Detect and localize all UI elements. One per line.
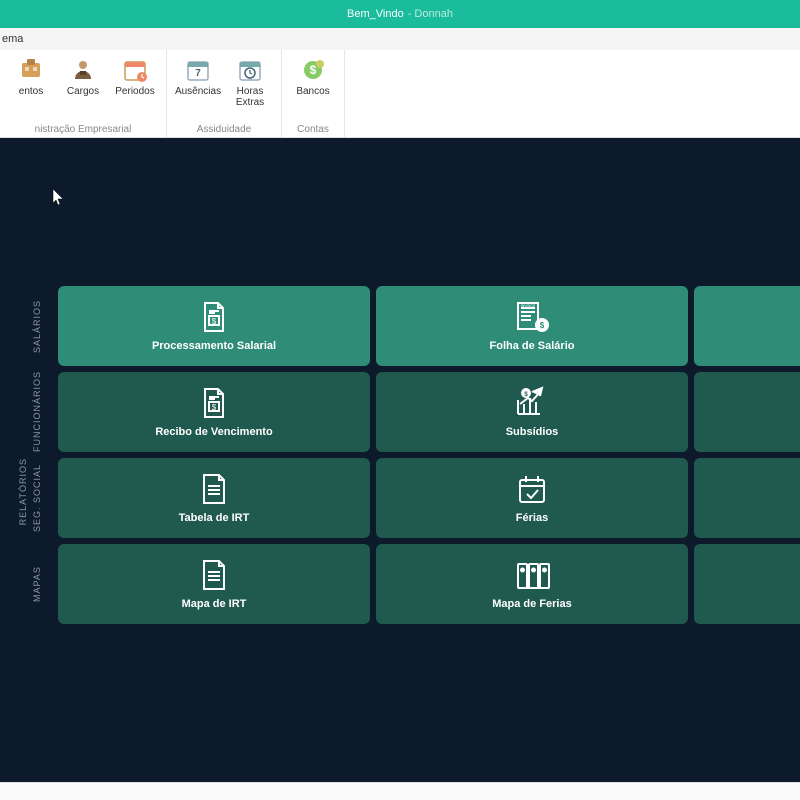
ribbon-group-label: Contas	[282, 124, 344, 135]
department-icon	[17, 56, 45, 84]
ribbon-item-cargos[interactable]: Cargos	[58, 54, 108, 99]
svg-text:$: $	[212, 317, 217, 326]
ribbon-item-periodos[interactable]: Periodos	[110, 54, 160, 99]
title-bar: Bem_Vindo - Donnah	[0, 0, 800, 28]
vacation-icon	[515, 472, 549, 506]
card-folha-salario[interactable]: INVOICE$ Folha de Salário	[376, 286, 688, 366]
ribbon-group-assiduidade: 7 Ausências Horas Extras Assiduidade	[167, 50, 282, 137]
ribbon: entos Cargos Periodos nistração Empresar…	[0, 50, 800, 138]
side-label-mapas: MAPAS	[32, 544, 42, 624]
card-partial-1[interactable]	[694, 286, 800, 366]
menu-item[interactable]: ema	[2, 33, 23, 45]
binder-icon	[512, 558, 552, 592]
svg-text:INVOICE: INVOICE	[521, 304, 536, 308]
card-ferias[interactable]: Férias	[376, 458, 688, 538]
card-mapa-irt[interactable]: Mapa de IRT	[58, 544, 370, 624]
card-partial-3[interactable]	[694, 458, 800, 538]
ribbon-group-label: Assiduidade	[167, 124, 281, 135]
card-tabela-irt[interactable]: Tabela de IRT	[58, 458, 370, 538]
cargo-icon	[69, 56, 97, 84]
doc-icon	[199, 472, 229, 506]
card-grid: $ Processamento Salarial INVOICE$ Folha …	[58, 286, 800, 624]
menu-bar: ema	[0, 28, 800, 50]
money-doc-icon: $	[197, 386, 231, 420]
side-label-salarios: SALÁRIOS	[32, 286, 42, 366]
card-mapa-ferias[interactable]: Mapa de Ferias	[376, 544, 688, 624]
card-partial-2[interactable]	[694, 372, 800, 452]
invoice-icon: INVOICE $	[512, 300, 552, 334]
page-title: Bem_Vindo	[347, 8, 404, 20]
growth-icon: $	[512, 386, 552, 420]
ribbon-group-label: nistração Empresarial	[0, 124, 166, 135]
mouse-cursor	[52, 188, 66, 206]
ribbon-item-departamentos[interactable]: entos	[6, 54, 56, 99]
svg-text:7: 7	[195, 68, 201, 79]
svg-text:$: $	[310, 63, 317, 77]
money-doc-icon: $	[197, 300, 231, 334]
ribbon-item-bancos[interactable]: $ Bancos	[288, 54, 338, 99]
card-subsidios[interactable]: $ Subsídios	[376, 372, 688, 452]
ribbon-group-contas: $ Bancos Contas	[282, 50, 345, 137]
ribbon-item-ausencias[interactable]: 7 Ausências	[173, 54, 223, 110]
clock-icon	[236, 56, 264, 84]
app-window: Bem_Vindo - Donnah ema entos Cargos	[0, 0, 800, 800]
app-name: - Donnah	[408, 8, 453, 20]
card-partial-4[interactable]	[694, 544, 800, 624]
side-label-seg-social: SEG. SOCIAL	[32, 458, 42, 538]
card-recibo-vencimento[interactable]: $ Recibo de Vencimento	[58, 372, 370, 452]
period-icon	[121, 56, 149, 84]
side-labels: SALÁRIOS FUNCIONÁRIOS SEG. SOCIAL MAPAS	[32, 286, 42, 624]
card-processamento-salarial[interactable]: $ Processamento Salarial	[58, 286, 370, 366]
side-label-funcionarios: FUNCIONÁRIOS	[32, 372, 42, 452]
ribbon-group-admin: entos Cargos Periodos nistração Empresar…	[0, 50, 167, 137]
content-area: SALÁRIOS FUNCIONÁRIOS SEG. SOCIAL MAPAS …	[0, 138, 800, 782]
calendar-icon: 7	[184, 56, 212, 84]
status-bar	[0, 782, 800, 800]
svg-text:$: $	[212, 403, 217, 412]
bank-icon: $	[299, 56, 327, 84]
side-label-relatorios: RELATÓRIOS	[18, 458, 28, 525]
doc-icon	[199, 558, 229, 592]
ribbon-item-horas-extras[interactable]: Horas Extras	[225, 54, 275, 110]
svg-text:$: $	[540, 321, 545, 330]
